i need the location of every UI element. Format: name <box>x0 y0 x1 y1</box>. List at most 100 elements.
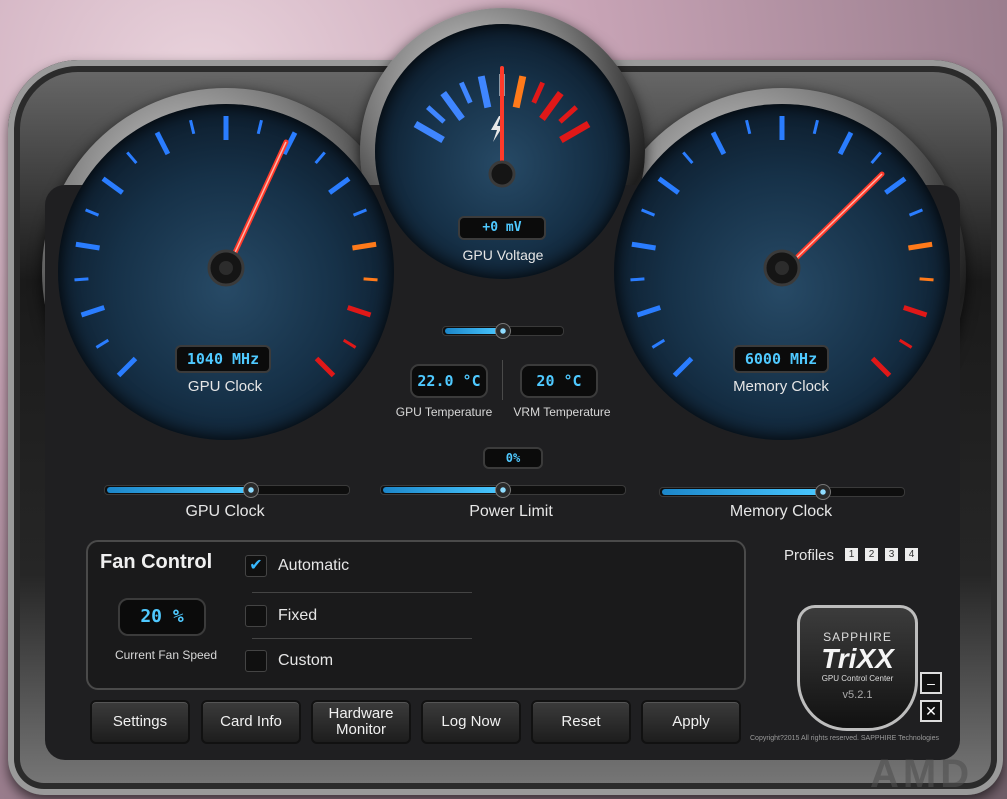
voltage-slider-knob[interactable] <box>495 323 511 339</box>
card-info-button[interactable]: Card Info <box>201 700 301 744</box>
memory-clock-readout: 6000 MHz <box>733 345 829 373</box>
reset-button[interactable]: Reset <box>531 700 631 744</box>
dial-tick <box>812 119 819 135</box>
custom-option-label[interactable]: Custom <box>278 652 333 670</box>
memory-clock-slider-fill <box>662 489 822 495</box>
dial-tick <box>346 305 372 318</box>
dial-tick <box>413 120 445 144</box>
dial-tick <box>314 356 336 378</box>
dial-tick <box>908 208 924 217</box>
profiles-label: Profiles <box>784 547 835 564</box>
copyright-text: Copyright?2015 All rights reserved. SAPP… <box>750 735 939 742</box>
vrm-temperature-label: VRM Temperature <box>513 405 611 419</box>
power-limit-slider-knob[interactable] <box>495 482 511 498</box>
dial-tick <box>154 131 171 156</box>
dial-tick <box>539 91 564 122</box>
gpu-clock-slider-fill <box>107 487 250 493</box>
log-now-button[interactable]: Log Now <box>421 700 521 744</box>
dial-tick <box>558 105 578 124</box>
current-fan-speed-readout: 20 % <box>118 598 206 636</box>
power-limit-slider[interactable] <box>380 482 626 498</box>
amd-watermark: AMD <box>870 752 974 796</box>
memory-clock-slider[interactable] <box>659 484 905 500</box>
dial-tick <box>710 131 727 156</box>
voltage-slider[interactable] <box>442 323 564 339</box>
dial-tick <box>95 338 110 349</box>
profile-2-button[interactable]: 2 <box>865 548 878 561</box>
dial-tick <box>902 305 928 318</box>
product-tagline: GPU Control Center <box>821 674 894 683</box>
power-limit-slider-fill <box>383 487 501 493</box>
fixed-checkbox[interactable] <box>245 605 267 627</box>
dial-tick <box>84 208 100 217</box>
settings-button[interactable]: Settings <box>90 700 190 744</box>
minimize-button[interactable]: – <box>920 672 942 694</box>
dial-tick <box>328 176 351 195</box>
automatic-checkbox[interactable]: ✔ <box>245 555 267 577</box>
dial-tick <box>657 176 680 195</box>
gpu-clock-readout: 1040 MHz <box>175 345 271 373</box>
dial-tick <box>352 241 377 251</box>
dial-tick <box>477 75 492 109</box>
gpu-voltage-dial <box>375 24 630 279</box>
profile-1-button[interactable]: 1 <box>845 548 858 561</box>
gpu-temperature-label: GPU Temperature <box>395 405 493 419</box>
voltage-slider-fill <box>445 328 501 334</box>
dial-tick <box>342 338 357 349</box>
fan-option-divider-2 <box>252 638 472 639</box>
dial-tick <box>512 75 527 109</box>
profile-3-button[interactable]: 3 <box>885 548 898 561</box>
gpu-clock-slider[interactable] <box>104 482 350 498</box>
fan-control-title: Fan Control <box>100 551 213 573</box>
dial-tick <box>636 305 662 318</box>
dial-tick <box>75 241 100 251</box>
current-fan-speed-label: Current Fan Speed <box>114 648 218 662</box>
dial-tick <box>189 119 196 135</box>
dial-tick <box>352 208 368 217</box>
dial-tick <box>682 151 694 165</box>
dial-tick <box>559 120 591 144</box>
custom-checkbox[interactable] <box>245 650 267 672</box>
dial-tick <box>884 176 907 195</box>
dial-tick <box>531 81 545 104</box>
dial-tick <box>314 151 326 165</box>
profile-4-button[interactable]: 4 <box>905 548 918 561</box>
close-button[interactable]: ✕ <box>920 700 942 722</box>
dial-tick <box>440 91 465 122</box>
gpu-clock-label: GPU Clock <box>187 378 263 395</box>
dial-tick <box>640 208 656 217</box>
dial-tick <box>74 277 89 282</box>
dial-tick <box>630 277 645 282</box>
gpu-clock-slider-label: GPU Clock <box>185 503 265 520</box>
check-icon: ✔ <box>249 557 263 574</box>
fixed-option-label[interactable]: Fixed <box>278 607 317 625</box>
dial-tick <box>898 338 913 349</box>
dial-tick <box>870 356 892 378</box>
dial-tick <box>116 356 138 378</box>
vrm-temperature-readout: 20 °C <box>520 364 598 398</box>
dial-tick <box>256 119 263 135</box>
version-label: v5.2.1 <box>842 689 873 701</box>
hardware-monitor-button[interactable]: Hardware Monitor <box>311 700 411 744</box>
temp-divider <box>502 360 503 400</box>
dial-tick <box>426 105 446 124</box>
dial-tick <box>672 356 694 378</box>
gpu-voltage-scale <box>413 66 591 188</box>
power-limit-slider-label: Power Limit <box>469 503 553 520</box>
trixx-logo: SAPPHIRE TriXX GPU Control Center v5.2.1 <box>797 605 918 731</box>
gpu-temperature-readout: 22.0 °C <box>410 364 488 398</box>
product-name: TriXX <box>821 643 894 674</box>
dial-tick <box>745 119 752 135</box>
apply-button[interactable]: Apply <box>641 700 741 744</box>
dial-tick <box>837 131 854 156</box>
memory-clock-slider-label: Memory Clock <box>729 503 833 520</box>
gpu-voltage-label: GPU Voltage <box>462 247 544 263</box>
automatic-option-label[interactable]: Automatic <box>278 557 349 575</box>
dial-tick <box>126 151 138 165</box>
dial-tick <box>101 176 124 195</box>
dial-tick <box>80 305 106 318</box>
dial-tick <box>631 241 656 251</box>
gpu-voltage-readout: +0 mV <box>458 216 546 240</box>
dial-tick <box>870 151 882 165</box>
fan-option-divider-1 <box>252 592 472 593</box>
